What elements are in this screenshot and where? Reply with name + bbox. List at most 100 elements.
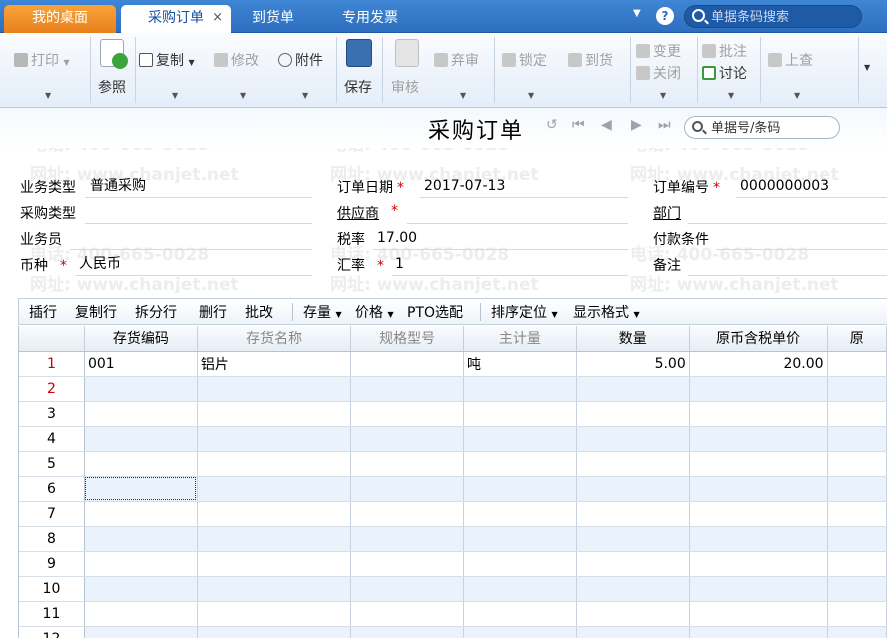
refresh-icon[interactable]: ↺ bbox=[546, 117, 558, 133]
cell-unit[interactable] bbox=[463, 401, 577, 427]
cell-item-code[interactable] bbox=[84, 376, 198, 402]
cell-extra[interactable] bbox=[827, 476, 887, 502]
cell-item-code[interactable] bbox=[84, 526, 198, 552]
cell-quantity[interactable] bbox=[576, 501, 690, 527]
help-icon[interactable]: ? bbox=[656, 7, 674, 25]
cell-price[interactable]: 20.00 bbox=[689, 351, 828, 377]
table-row[interactable]: 8 bbox=[19, 526, 887, 552]
cell-price[interactable] bbox=[689, 626, 828, 638]
cell-spec[interactable] bbox=[350, 551, 464, 577]
cell-item-name[interactable] bbox=[197, 551, 352, 577]
barcode-search-input[interactable] bbox=[711, 8, 856, 26]
change-button[interactable]: 变更 bbox=[636, 41, 681, 61]
cell-quantity[interactable]: 5.00 bbox=[576, 351, 690, 377]
cell-item-code[interactable]: 001 bbox=[84, 351, 198, 377]
currency-field[interactable]: 人民币 bbox=[76, 255, 312, 276]
cell-quantity[interactable] bbox=[576, 426, 690, 452]
cell-extra[interactable] bbox=[827, 501, 887, 527]
dept-label[interactable]: 部门 bbox=[653, 203, 681, 223]
cell-extra[interactable] bbox=[827, 526, 887, 552]
column-header[interactable]: 规格型号 bbox=[350, 326, 464, 352]
exchange-field[interactable]: 1 bbox=[392, 255, 628, 276]
tax-rate-field[interactable]: 17.00 bbox=[373, 229, 628, 250]
annotate-button[interactable]: 批注 bbox=[702, 41, 747, 61]
supplier-field[interactable] bbox=[407, 203, 628, 224]
chevron-down-icon[interactable]: ▼ bbox=[864, 63, 870, 72]
discuss-button[interactable]: 讨论 bbox=[702, 63, 747, 83]
cell-quantity[interactable] bbox=[576, 601, 690, 627]
pto-button[interactable]: PTO选配 bbox=[407, 302, 463, 322]
last-record-icon[interactable]: ⏭ bbox=[658, 117, 671, 133]
format-button[interactable]: 显示格式 ▼ bbox=[573, 302, 640, 322]
stock-button[interactable]: 存量 ▼ bbox=[303, 302, 342, 322]
delete-row-button[interactable]: 删行 bbox=[199, 302, 227, 322]
tab-home[interactable]: 我的桌面 bbox=[4, 5, 116, 33]
cell-spec[interactable] bbox=[350, 601, 464, 627]
chevron-down-icon[interactable]: ▼ bbox=[240, 91, 246, 100]
cell-price[interactable] bbox=[689, 501, 828, 527]
chevron-down-icon[interactable]: ▼ bbox=[633, 8, 641, 19]
cell-item-name[interactable] bbox=[197, 476, 352, 502]
cell-item-name[interactable] bbox=[197, 526, 352, 552]
cell-extra[interactable] bbox=[827, 351, 887, 377]
table-row[interactable]: 12 bbox=[19, 626, 887, 638]
cell-price[interactable] bbox=[689, 601, 828, 627]
cell-extra[interactable] bbox=[827, 626, 887, 638]
table-row[interactable]: 5 bbox=[19, 451, 887, 477]
cell-quantity[interactable] bbox=[576, 576, 690, 602]
cell-unit[interactable] bbox=[463, 501, 577, 527]
column-header[interactable]: 存货编码 bbox=[84, 326, 198, 352]
cell-item-name[interactable] bbox=[197, 426, 352, 452]
column-header[interactable]: 数量 bbox=[576, 326, 690, 352]
cell-spec[interactable] bbox=[350, 476, 464, 502]
abandon-audit-button[interactable]: 弃审 bbox=[434, 50, 479, 70]
chevron-down-icon[interactable]: ▼ bbox=[728, 91, 734, 100]
remark-field[interactable] bbox=[688, 255, 887, 276]
cell-price[interactable] bbox=[689, 526, 828, 552]
cell-item-name[interactable] bbox=[197, 501, 352, 527]
staff-field[interactable] bbox=[70, 229, 312, 250]
table-row[interactable]: 9 bbox=[19, 551, 887, 577]
lookup-button[interactable]: 上查 bbox=[768, 50, 813, 70]
search-icon[interactable] bbox=[692, 9, 705, 22]
cell-item-name[interactable]: 铝片 bbox=[197, 351, 352, 377]
order-no-field[interactable]: 0000000003 bbox=[736, 177, 887, 198]
next-record-icon[interactable]: ▶ bbox=[631, 117, 642, 133]
cell-unit[interactable] bbox=[463, 576, 577, 602]
cell-spec[interactable] bbox=[350, 451, 464, 477]
table-row[interactable]: 2 bbox=[19, 376, 887, 402]
chevron-down-icon[interactable]: ▼ bbox=[460, 91, 466, 100]
cell-unit[interactable] bbox=[463, 426, 577, 452]
cell-spec[interactable] bbox=[350, 426, 464, 452]
insert-row-button[interactable]: 插行 bbox=[29, 302, 57, 322]
close-order-button[interactable]: 关闭 bbox=[636, 63, 681, 83]
column-header[interactable]: 存货名称 bbox=[197, 326, 352, 352]
copy-button[interactable]: 复制 ▼ bbox=[139, 50, 195, 70]
cell-spec[interactable] bbox=[350, 526, 464, 552]
cell-quantity[interactable] bbox=[576, 401, 690, 427]
cell-item-code[interactable] bbox=[84, 576, 198, 602]
order-date-field[interactable]: 2017-07-13 bbox=[420, 177, 628, 198]
cell-extra[interactable] bbox=[827, 376, 887, 402]
cell-extra[interactable] bbox=[827, 451, 887, 477]
cell-quantity[interactable] bbox=[576, 626, 690, 638]
cell-extra[interactable] bbox=[827, 576, 887, 602]
cell-item-code[interactable] bbox=[84, 451, 198, 477]
cell-price[interactable] bbox=[689, 451, 828, 477]
cell-extra[interactable] bbox=[827, 426, 887, 452]
table-row[interactable]: 7 bbox=[19, 501, 887, 527]
cell-spec[interactable] bbox=[350, 401, 464, 427]
table-row[interactable]: 6 bbox=[19, 476, 887, 502]
cell-item-code[interactable] bbox=[84, 601, 198, 627]
cell-price[interactable] bbox=[689, 401, 828, 427]
previous-record-icon[interactable]: ◀ bbox=[601, 117, 612, 133]
cell-spec[interactable] bbox=[350, 376, 464, 402]
cell-unit[interactable] bbox=[463, 551, 577, 577]
cell-quantity[interactable] bbox=[576, 526, 690, 552]
supplier-label[interactable]: 供应商 bbox=[337, 203, 379, 223]
cell-item-name[interactable] bbox=[197, 576, 352, 602]
reference-button[interactable]: 参照 bbox=[98, 77, 126, 97]
cell-item-name[interactable] bbox=[197, 601, 352, 627]
split-row-button[interactable]: 拆分行 bbox=[135, 302, 177, 322]
cell-item-code[interactable] bbox=[84, 401, 198, 427]
